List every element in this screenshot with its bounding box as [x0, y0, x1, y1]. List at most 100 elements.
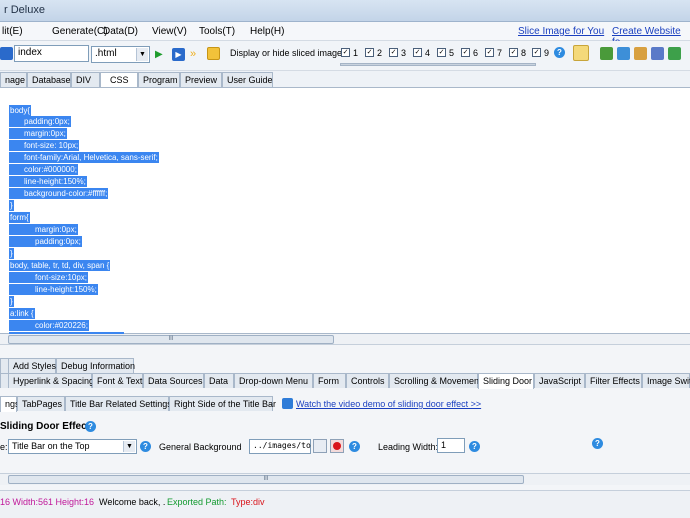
tab-javascript[interactable]: JavaScript: [534, 373, 585, 388]
video-demo-link[interactable]: Watch the video demo of sliding door eff…: [296, 399, 481, 409]
tab-div[interactable]: DIV: [71, 72, 100, 87]
tab-title-bar-settings[interactable]: Title Bar Related Settings: [65, 396, 172, 411]
extension-value: .html: [95, 48, 117, 59]
checkbox-4[interactable]: ✓: [413, 48, 422, 57]
checkbox-1[interactable]: ✓: [341, 48, 350, 57]
tab-image[interactable]: nage: [0, 72, 27, 87]
panel-horizontal-scrollbar[interactable]: III: [0, 473, 690, 485]
tab-controls[interactable]: Controls: [346, 373, 389, 388]
checkbox-label-8: 8: [521, 48, 527, 58]
checkbox-8[interactable]: ✓: [509, 48, 518, 57]
checkbox-7[interactable]: ✓: [485, 48, 494, 57]
preview-icon[interactable]: [617, 47, 630, 60]
panel-tabs-style: Hyperlink & Spacing Font & Text Data Sou…: [0, 373, 690, 389]
code-line: padding:0px;: [9, 116, 71, 127]
save-icon[interactable]: [0, 47, 13, 60]
tab-preview[interactable]: Preview: [180, 72, 222, 87]
menu-data[interactable]: Data(D): [103, 26, 138, 37]
extension-select[interactable]: .html ▼: [91, 46, 150, 63]
tab-add-styles[interactable]: Add Styles: [8, 358, 56, 373]
grid-icon[interactable]: [573, 45, 589, 61]
publish-icon[interactable]: [668, 47, 681, 60]
menu-view[interactable]: View(V): [152, 26, 187, 37]
tab-debug-information[interactable]: Debug Information: [56, 358, 135, 373]
checkbox-2[interactable]: ✓: [365, 48, 374, 57]
help-icon[interactable]: ?: [554, 47, 565, 58]
checkbox-9[interactable]: ✓: [532, 48, 541, 57]
tab-dropdown-menu[interactable]: Drop-down Menu: [234, 373, 313, 388]
folder-icon[interactable]: [207, 47, 220, 60]
tab-user-guide[interactable]: User Guide: [222, 72, 273, 87]
tab-image-switch[interactable]: Image Swit: [642, 373, 690, 388]
tab-database[interactable]: Database: [27, 72, 71, 87]
editor-horizontal-scrollbar[interactable]: III: [0, 334, 690, 345]
tab-right-side-title-bar[interactable]: Right Side of the Title Bar: [169, 396, 276, 411]
code-line: background-color:#ffffff;: [9, 188, 109, 199]
tab-sliding-door[interactable]: Sliding Door: [478, 373, 534, 389]
tab-program[interactable]: Program: [138, 72, 180, 87]
checkbox-6[interactable]: ✓: [461, 48, 470, 57]
tab-scrolling-movement[interactable]: Scrolling & Movement: [389, 373, 482, 388]
leading-width-stepper[interactable]: 1: [437, 438, 465, 453]
checkbox-label-7: 7: [497, 48, 503, 58]
clear-icon[interactable]: [330, 439, 344, 453]
menu-edit[interactable]: lit(E): [2, 26, 23, 37]
tab-data[interactable]: Data: [204, 373, 234, 388]
status-type: Type:div: [231, 497, 265, 507]
title-bar-position-select[interactable]: Title Bar on the Top ▼: [8, 439, 137, 454]
title-bar: r Deluxe: [0, 0, 690, 22]
slice-image-link[interactable]: Slice Image for You: [518, 26, 604, 37]
filename-input[interactable]: index: [14, 45, 89, 62]
code-line: color:#000000;: [9, 164, 78, 175]
tab-filter-effects[interactable]: Filter Effects: [585, 373, 642, 388]
menu-help[interactable]: Help(H): [250, 26, 284, 37]
properties-panel: Add Styles Debug Information Hyperlink &…: [0, 345, 690, 490]
checkbox-5[interactable]: ✓: [437, 48, 446, 57]
menu-bar: lit(E) Generate(C) Data(D) View(V) Tools…: [0, 22, 690, 48]
play-icon[interactable]: ▶: [155, 48, 168, 61]
section-help-icon[interactable]: ?: [85, 421, 96, 432]
general-background-input[interactable]: ../images/to: [249, 439, 311, 454]
code-line: font-size:10px;: [9, 272, 89, 283]
export-icon[interactable]: [600, 47, 613, 60]
code-line: line-height:150%;: [9, 284, 98, 295]
next-icon[interactable]: »: [190, 48, 203, 61]
code-line: margin:0px;: [9, 224, 78, 235]
leading-width-value: 1: [441, 440, 447, 450]
chevron-down-icon: ▼: [136, 48, 148, 61]
code-line: line-height:150%;: [9, 176, 87, 187]
panel-help-icon[interactable]: ?: [592, 438, 603, 449]
css-editor[interactable]: body{ padding:0px; margin:0px; font-size…: [0, 87, 690, 334]
toolbar: index .html ▼ ▶ ▶ » Display or hide slic…: [0, 41, 690, 71]
window-title: r Deluxe: [4, 4, 45, 16]
status-dimensions: 16 Width:561 Height:16: [0, 497, 95, 507]
position-help-icon[interactable]: ?: [140, 441, 151, 452]
code-line: body{: [9, 105, 32, 116]
menu-generate[interactable]: Generate(C): [52, 26, 108, 37]
tab-form[interactable]: Form: [313, 373, 346, 388]
status-welcome: Welcome back, .: [99, 497, 166, 507]
leading-width-label: Leading Width:: [378, 442, 439, 452]
run-icon[interactable]: ▶: [172, 48, 185, 61]
background-help-icon[interactable]: ?: [349, 441, 360, 452]
scroll-thumb[interactable]: III: [8, 335, 334, 344]
browse-folder-icon[interactable]: [313, 439, 327, 453]
tab-settings[interactable]: ngs: [0, 396, 20, 412]
code-line: }: [9, 296, 14, 307]
tab-data-sources[interactable]: Data Sources: [143, 373, 204, 388]
tab-font-text[interactable]: Font & Text: [92, 373, 143, 388]
users-icon[interactable]: [651, 47, 664, 60]
code-line: font-family:Arial, Helvetica, sans-serif…: [9, 152, 159, 163]
code-line: form{: [9, 212, 30, 223]
tab-tabpages[interactable]: TabPages: [17, 396, 65, 411]
checkbox-3[interactable]: ✓: [389, 48, 398, 57]
menu-tools[interactable]: Tools(T): [199, 26, 235, 37]
tab-hyperlink-spacing[interactable]: Hyperlink & Spacing: [8, 373, 94, 388]
image-icon[interactable]: [634, 47, 647, 60]
code-line: color:#020226;: [9, 320, 89, 331]
code-line: margin:0px;: [9, 128, 67, 139]
panel-scroll-thumb[interactable]: III: [8, 475, 524, 484]
slice-opacity-slider[interactable]: [340, 63, 536, 66]
tab-css[interactable]: CSS: [100, 72, 138, 88]
leading-help-icon[interactable]: ?: [469, 441, 480, 452]
